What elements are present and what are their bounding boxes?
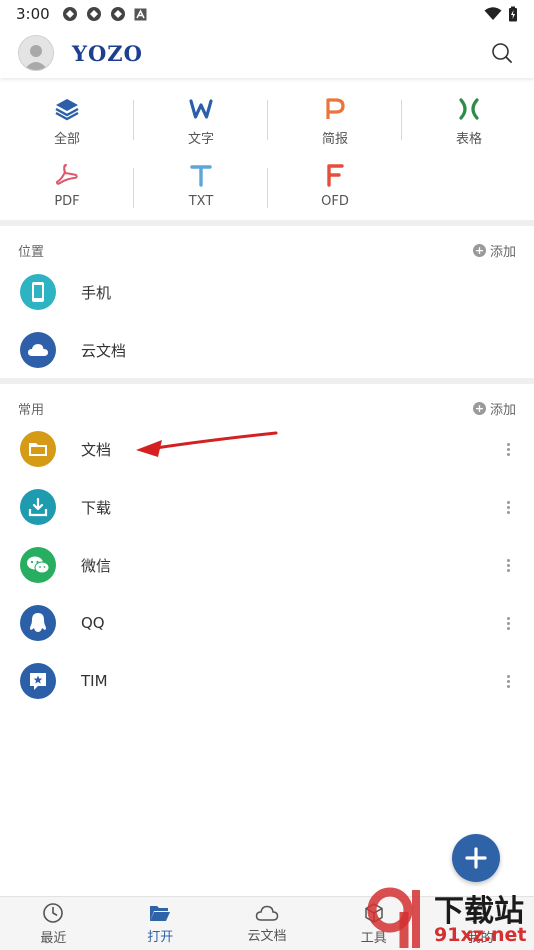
file-type-pdf[interactable]: PDF [0, 160, 134, 220]
nav-tab-label: 云文档 [247, 928, 287, 944]
nav-tab-label: 最近 [40, 930, 67, 946]
wechat-icon [20, 547, 56, 583]
nav-tab-open[interactable]: 打开 [107, 897, 214, 950]
more-options-icon[interactable] [502, 439, 514, 459]
nav-tab-mine[interactable]: 我的 [427, 897, 534, 950]
common-item-label: 下载 [81, 498, 112, 517]
qq-icon [20, 605, 56, 641]
notification-app-icon [86, 7, 101, 21]
search-icon [492, 43, 512, 63]
common-section-title: 常用 [18, 402, 45, 418]
battery-icon [509, 6, 517, 22]
person-icon [471, 903, 490, 922]
location-add-button[interactable]: + 添加 [472, 241, 516, 260]
status-time: 3:00 [16, 5, 50, 23]
location-section-title: 位置 [18, 244, 45, 260]
wifi-icon [484, 7, 502, 20]
common-item-download[interactable]: 下载 [0, 478, 534, 536]
system-status-icons [484, 6, 518, 22]
notification-a-icon [134, 8, 147, 20]
add-label: 添加 [489, 402, 516, 418]
app-header: YOZO [0, 28, 534, 78]
file-type-writer[interactable]: 文字 [134, 94, 268, 154]
clock-icon [43, 902, 64, 923]
location-item-label: 手机 [81, 283, 112, 302]
bottom-navigation: 最近 打开 云文档 工具 我的 [0, 896, 534, 950]
file-type-spreadsheet[interactable]: 表格 [402, 94, 534, 154]
cloud-outline-icon [255, 905, 279, 921]
common-item-qq[interactable]: QQ [0, 594, 534, 652]
section-divider [0, 220, 534, 226]
location-item-phone[interactable]: 手机 [0, 263, 534, 321]
file-type-label: 文字 [187, 132, 214, 147]
nav-tab-label: 我的 [467, 930, 494, 946]
cloud-icon [20, 332, 56, 368]
location-item-cloud[interactable]: 云文档 [0, 321, 534, 379]
nav-tab-tools[interactable]: 工具 [320, 897, 427, 950]
file-type-all[interactable]: 全部 [0, 94, 134, 154]
file-type-presentation[interactable]: 简报 [268, 94, 402, 154]
phone-icon [20, 274, 56, 310]
p-icon [320, 94, 350, 124]
user-avatar[interactable] [18, 35, 54, 71]
file-type-txt[interactable]: TXT [134, 160, 268, 220]
layers-icon [52, 94, 82, 124]
more-options-icon[interactable] [502, 555, 514, 575]
plus-circle-icon: + [472, 243, 486, 257]
add-fab-button[interactable] [452, 834, 500, 882]
notification-icons [62, 6, 147, 22]
common-item-label: 文档 [81, 440, 112, 459]
toolbox-icon [365, 902, 383, 923]
file-type-grid: 全部 文字 简报 表格 PDF TXT OFD [0, 88, 534, 220]
add-label: 添加 [489, 244, 516, 260]
common-item-wechat[interactable]: 微信 [0, 536, 534, 594]
file-type-label: 简报 [321, 132, 348, 147]
common-section-header: 常用 + 添加 [0, 393, 534, 423]
common-item-label: TIM [81, 672, 108, 690]
nav-tab-cloud[interactable]: 云文档 [214, 897, 321, 950]
more-options-icon[interactable] [502, 613, 514, 633]
nav-tab-recent[interactable]: 最近 [0, 897, 107, 950]
notification-app-icon [110, 7, 125, 21]
x-icon [454, 94, 484, 124]
status-bar: 3:00 [0, 0, 534, 28]
file-type-label: TXT [188, 194, 214, 209]
tim-icon [20, 663, 56, 699]
file-type-label: OFD [321, 194, 349, 209]
nav-tab-label: 工具 [360, 930, 387, 946]
section-divider [0, 378, 534, 384]
pdf-icon [52, 160, 82, 190]
nav-tab-label: 打开 [147, 929, 174, 945]
yozo-logo: YOZO [72, 40, 143, 66]
plus-circle-icon: + [472, 401, 486, 415]
t-icon [186, 160, 216, 190]
common-item-label: QQ [81, 614, 105, 632]
common-item-label: 微信 [81, 556, 112, 575]
plus-icon [465, 847, 487, 869]
search-button[interactable] [488, 39, 516, 67]
file-type-label: 表格 [455, 132, 482, 147]
file-type-label: PDF [54, 194, 80, 209]
w-icon [186, 94, 216, 124]
location-item-label: 云文档 [81, 341, 127, 360]
open-folder-icon [150, 905, 171, 921]
common-item-tim[interactable]: TIM [0, 652, 534, 710]
notification-app-icon [62, 7, 77, 21]
common-item-documents[interactable]: 文档 [0, 420, 534, 478]
more-options-icon[interactable] [502, 671, 514, 691]
folder-icon [20, 431, 56, 467]
common-add-button[interactable]: + 添加 [472, 399, 516, 418]
file-type-ofd[interactable]: OFD [268, 160, 402, 220]
f-icon [320, 160, 350, 190]
location-section-header: 位置 + 添加 [0, 235, 534, 265]
download-icon [20, 489, 56, 525]
file-type-label: 全部 [53, 132, 80, 147]
person-silhouette-icon [24, 45, 48, 70]
more-options-icon[interactable] [502, 497, 514, 517]
